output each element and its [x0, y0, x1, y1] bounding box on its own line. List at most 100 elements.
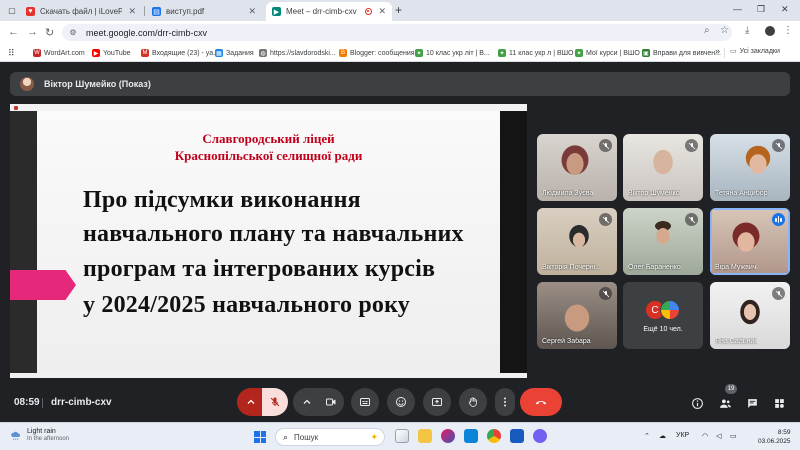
close-tab-icon[interactable]: ✕: [248, 6, 256, 17]
volume-icon[interactable]: ◁: [716, 432, 721, 440]
meeting-details-icon[interactable]: [690, 396, 704, 410]
new-tab-icon[interactable]: +: [395, 3, 402, 17]
search-label: Пошук: [294, 432, 319, 442]
participant-name: Сергей Забара: [542, 338, 591, 345]
apps-icon[interactable]: ⠿: [8, 47, 15, 59]
wifi-icon[interactable]: ◠: [702, 432, 708, 440]
mic-off-icon: [599, 287, 612, 300]
wordart-icon: W: [33, 49, 41, 57]
viber-icon[interactable]: [533, 429, 547, 443]
present-button[interactable]: [423, 388, 451, 416]
reload-icon[interactable]: ↻: [45, 26, 54, 39]
participant-tile[interactable]: Віктор Шумейко: [623, 134, 703, 201]
bookmarks-separator: [724, 48, 725, 58]
edge-icon[interactable]: [464, 429, 478, 443]
meeting-code: drr-cimb-cxv: [51, 397, 112, 408]
bookmark-slavgorod[interactable]: ◍ https://slavdorodski...: [259, 47, 336, 59]
tab-pdf[interactable]: ▤ виступ.pdf ✕: [146, 2, 262, 21]
close-tab-icon[interactable]: ✕: [128, 6, 136, 17]
mic-off-icon: [772, 287, 785, 300]
participant-tile[interactable]: Яна Сальник: [710, 282, 790, 349]
microphone-button[interactable]: [262, 388, 288, 416]
system-clock[interactable]: 8:59 03.06.2025: [758, 428, 791, 446]
close-window-icon[interactable]: ✕: [781, 4, 789, 15]
weather-subtitle: In the afternoon: [27, 436, 70, 442]
participant-name: Віра Мужвич: [715, 264, 757, 271]
menu-icon[interactable]: ⋮: [783, 25, 793, 36]
url-text: meet.google.com/drr-cimb-cxv: [86, 27, 208, 38]
bookmark-11-class[interactable]: ✦ 11 клас укр л | ВШО: [498, 47, 574, 59]
close-tab-icon[interactable]: ✕: [378, 6, 386, 17]
audio-options-button[interactable]: [237, 388, 265, 416]
forward-icon[interactable]: →: [27, 26, 38, 38]
participant-tile-speaking[interactable]: Віра Мужвич: [710, 208, 790, 275]
participant-avatar: [660, 300, 680, 320]
bookmark-blogger[interactable]: B Blogger: сообщения: [339, 47, 415, 59]
bookmark-10-class[interactable]: ✦ 10 клас укр літ | В...: [415, 47, 490, 59]
tab-ilovepdf[interactable]: ♥ Скачать файл | iLovePDF ✕: [20, 2, 142, 21]
more-participants-tile[interactable]: С Ещё 10 чел.: [623, 282, 703, 349]
slide-title-line: навчального плану та навчальних: [83, 221, 464, 247]
video-options-button[interactable]: [293, 388, 321, 416]
zoom-icon[interactable]: ⌕: [704, 25, 710, 36]
camera-button[interactable]: [318, 388, 344, 416]
screen-share[interactable]: Славгородський ліцей Краснопільської сел…: [10, 104, 527, 378]
profile-avatar[interactable]: [764, 25, 776, 37]
raise-hand-button[interactable]: [459, 388, 487, 416]
windows-start-icon[interactable]: [254, 431, 266, 443]
site-info-icon[interactable]: ⚙: [68, 28, 78, 38]
reactions-button[interactable]: [387, 388, 415, 416]
bookmark-exercises[interactable]: ▣ Вправи для вивчен...: [642, 47, 721, 59]
school-icon: ✦: [498, 49, 506, 57]
activities-icon[interactable]: [772, 396, 786, 410]
more-options-button[interactable]: [495, 388, 515, 416]
participant-tile[interactable]: Вікторія Почерні...: [537, 208, 617, 275]
mic-off-icon: [599, 213, 612, 226]
task-view-icon[interactable]: [395, 429, 409, 443]
school-icon: ✦: [415, 49, 423, 57]
back-icon[interactable]: ←: [8, 26, 19, 38]
chrome-icon[interactable]: [487, 429, 501, 443]
mic-off-icon: [772, 139, 785, 152]
file-explorer-icon[interactable]: [418, 429, 432, 443]
leave-call-button[interactable]: [520, 388, 562, 416]
participant-tile[interactable]: Людмила Зуєва: [537, 134, 617, 201]
slide-school-line1: Славгородський ліцей: [202, 131, 335, 146]
minimize-icon[interactable]: —: [733, 4, 742, 14]
cloud-icon[interactable]: ☁: [659, 432, 666, 440]
more-bookmarks-icon[interactable]: »: [715, 46, 720, 56]
tab-meet[interactable]: ▶ Meet – drr-cimb-cxv ✕: [266, 2, 392, 21]
weather-title: Light rain: [27, 428, 56, 435]
bookmark-youtube[interactable]: ▶ YouTube: [92, 47, 131, 59]
language-indicator[interactable]: УКР: [676, 432, 689, 439]
captions-button[interactable]: [351, 388, 379, 416]
chevron-up-icon: [247, 399, 255, 404]
battery-icon[interactable]: ▭: [730, 432, 737, 440]
word-icon[interactable]: [510, 429, 524, 443]
omnibox[interactable]: ⚙ meet.google.com/drr-cimb-cxv: [62, 24, 732, 41]
slide-title-line: програм та інтегрованих курсів: [83, 256, 436, 282]
weather-widget[interactable]: Light rain In the afternoon: [10, 428, 69, 442]
bookmark-my-courses[interactable]: ✦ Мої курси | ВШО: [575, 47, 640, 59]
participant-tile[interactable]: Олег Бараненко: [623, 208, 703, 275]
bookmark-gmail[interactable]: M Входящие (23) - ya...: [141, 47, 219, 59]
participant-tile[interactable]: Сергей Забара: [537, 282, 617, 349]
app-icon[interactable]: [441, 429, 455, 443]
participant-name: Тетяна Анцибор: [715, 190, 768, 197]
people-icon[interactable]: [718, 396, 732, 410]
mic-off-icon: [599, 139, 612, 152]
slide-sidebar: [10, 111, 37, 373]
download-icon[interactable]: ⤓: [745, 25, 749, 36]
taskbar-search[interactable]: ⌕ Пошук ✦: [275, 428, 385, 446]
chevron-up-icon[interactable]: ⌃: [644, 432, 650, 440]
all-bookmarks[interactable]: ▭ Усі закладки: [730, 47, 780, 56]
maximize-icon[interactable]: ❐: [757, 4, 765, 15]
bookmark-wordart[interactable]: W WordArt.com: [33, 47, 85, 59]
chat-icon[interactable]: [745, 396, 759, 410]
bookmark-star-icon[interactable]: ☆: [720, 25, 729, 36]
tab-search-icon[interactable]: ▢: [6, 4, 18, 16]
participant-tile[interactable]: Тетяна Анцибор: [710, 134, 790, 201]
bookmark-tasks[interactable]: ▦ Задания: [215, 47, 254, 59]
folder-icon: ▭: [730, 48, 737, 55]
speaking-indicator-icon: [772, 213, 785, 226]
